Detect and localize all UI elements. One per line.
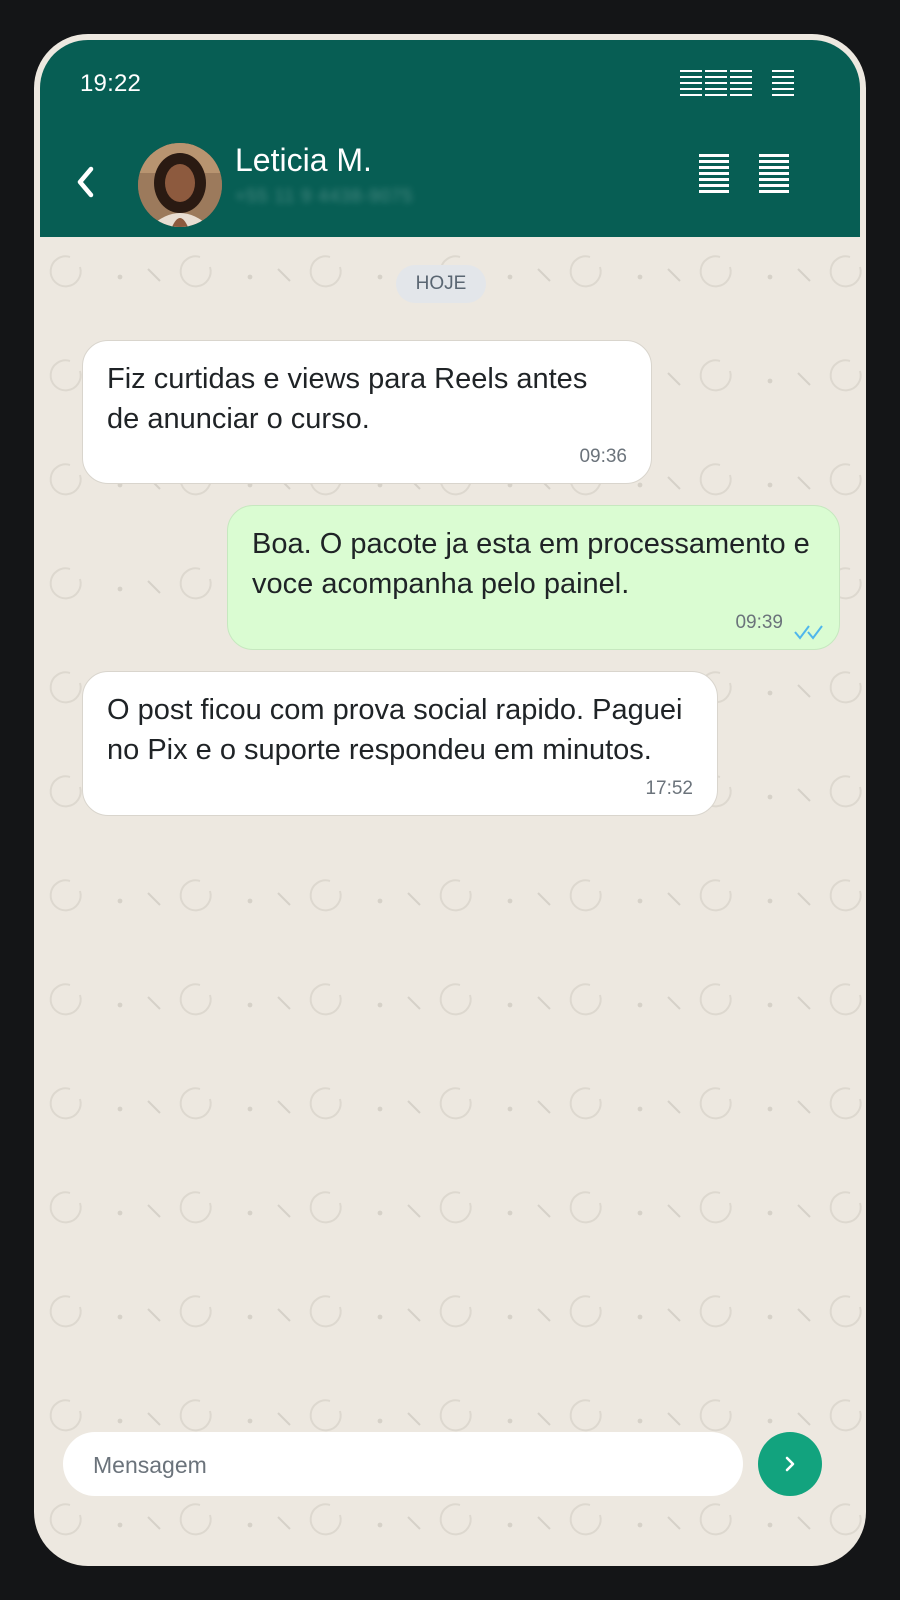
contact-photo (138, 143, 222, 227)
phone-screen: 19:22 Leticia M. +55 11 9 4438-9075 HOJE… (34, 34, 866, 1566)
message-bubble-incoming[interactable]: O post ficou com prova social rapido. Pa… (82, 671, 718, 816)
status-bar-icons (680, 68, 796, 100)
message-bubble-incoming[interactable]: Fiz curtidas e views para Reels antes de… (82, 340, 652, 484)
message-input[interactable] (91, 1432, 715, 1498)
message-text: Fiz curtidas e views para Reels antes de… (107, 363, 588, 435)
chevron-left-icon (77, 166, 94, 198)
avatar[interactable] (138, 143, 222, 227)
contact-name[interactable]: Leticia M. (235, 142, 372, 179)
message-time: 09:36 (579, 446, 627, 467)
status-bar-time: 19:22 (80, 70, 142, 97)
message-text: Boa. O pacote ja esta em processamento e… (252, 528, 810, 600)
menu-icon (759, 154, 789, 193)
date-divider: HOJE (396, 265, 486, 303)
battery-icon (772, 70, 794, 96)
read-receipt-icon (794, 625, 823, 640)
call-icon (699, 154, 729, 193)
message-time: 17:52 (645, 778, 693, 799)
chat-header: 19:22 Leticia M. +55 11 9 4438-9075 (40, 40, 860, 237)
call-button[interactable] (697, 152, 731, 201)
back-button[interactable] (66, 160, 106, 204)
menu-button[interactable] (757, 152, 791, 201)
message-bubble-outgoing[interactable]: Boa. O pacote ja esta em processamento e… (227, 505, 840, 650)
chevron-right-icon (785, 1456, 795, 1472)
message-composer[interactable] (63, 1432, 743, 1498)
message-text: O post ficou com prova social rapido. Pa… (107, 694, 683, 766)
signal-icon (680, 70, 752, 96)
contact-phone: +55 11 9 4438-9075 (235, 186, 414, 206)
send-button[interactable] (758, 1432, 822, 1496)
message-time: 09:39 (735, 612, 783, 633)
